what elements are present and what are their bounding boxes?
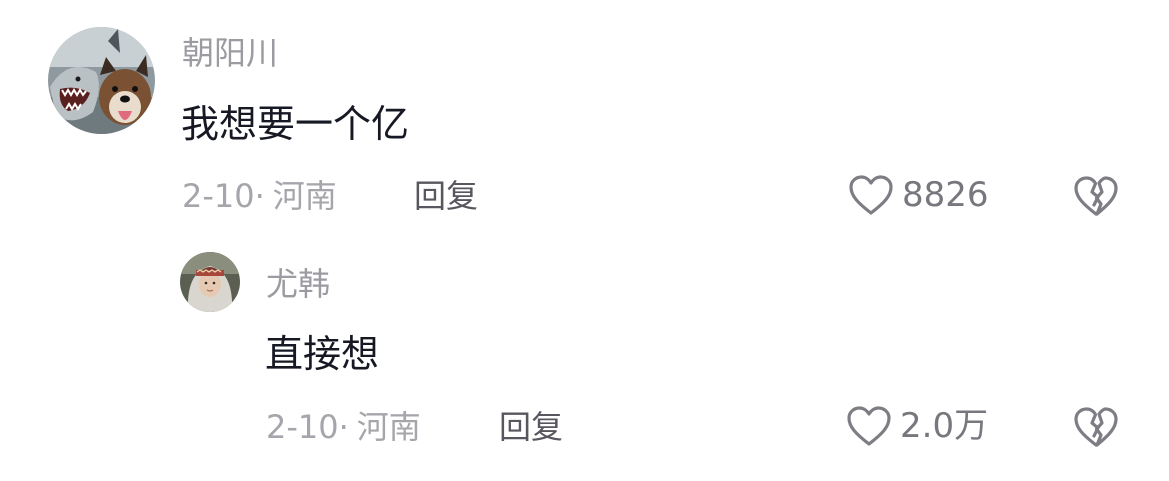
reply-item: 尤韩 直接想 2-10· 河南 回复 2.0万 (0, 240, 1169, 481)
comment-item: 朝阳川 我想要一个亿 2-10· 河南 回复 8826 (0, 0, 1169, 240)
user-avatar[interactable] (48, 27, 155, 134)
comment-username[interactable]: 朝阳川 (182, 33, 278, 73)
heart-icon (847, 406, 891, 446)
comment-meta: 2-10· 河南 (266, 407, 421, 447)
meta-separator: · (338, 408, 349, 446)
broken-heart-icon (1074, 407, 1118, 447)
comment-username[interactable]: 尤韩 (266, 264, 330, 304)
reply-button[interactable]: 回复 (414, 176, 478, 216)
like-button[interactable]: 8826 (848, 174, 989, 216)
comment-location: 河南 (272, 177, 337, 215)
comment-date: 2-10 (182, 177, 255, 215)
comment-thread: 朝阳川 我想要一个亿 2-10· 河南 回复 8826 尤韩 直接想 2-10·… (0, 0, 1169, 481)
dislike-button[interactable] (1073, 174, 1119, 218)
broken-heart-icon (1074, 176, 1118, 216)
meta-separator: · (254, 177, 265, 215)
comment-location: 河南 (356, 408, 421, 446)
comment-text: 我想要一个亿 (181, 102, 410, 146)
comment-text: 直接想 (265, 332, 380, 376)
user-avatar[interactable] (180, 252, 240, 312)
like-button[interactable]: 2.0万 (846, 405, 988, 447)
like-count: 8826 (902, 175, 989, 215)
like-count: 2.0万 (900, 406, 989, 446)
comment-date: 2-10 (266, 408, 339, 446)
heart-icon (849, 175, 893, 215)
comment-meta: 2-10· 河南 (182, 176, 337, 216)
reply-button[interactable]: 回复 (499, 407, 563, 447)
dislike-button[interactable] (1073, 405, 1119, 449)
